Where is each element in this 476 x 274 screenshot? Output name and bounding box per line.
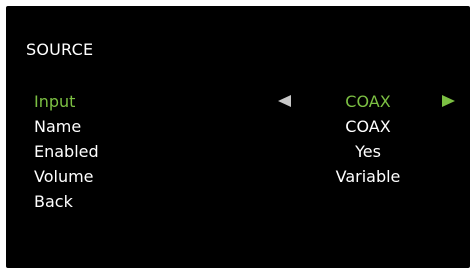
osd-screen: SOURCE Input COAX Name COAX Enabled Yes … [6,6,470,268]
menu-item-value: COAX [345,92,391,111]
menu-item-input[interactable]: Input COAX [6,90,470,114]
menu-title: SOURCE [26,40,94,59]
menu-item-value: COAX [345,117,391,136]
menu-item-value: Variable [335,167,401,186]
menu-item-label: Enabled [34,142,99,161]
menu-item-label: Back [34,192,73,211]
menu-item-back[interactable]: Back [6,190,470,214]
menu-item-name[interactable]: Name COAX [6,115,470,139]
menu-item-value: Yes [355,142,381,161]
left-arrow-icon[interactable] [278,95,291,107]
menu-item-enabled[interactable]: Enabled Yes [6,140,470,164]
menu-item-label: Volume [34,167,94,186]
menu-item-label: Input [34,92,76,111]
menu-item-volume[interactable]: Volume Variable [6,165,470,189]
menu-item-label: Name [34,117,82,136]
right-arrow-icon[interactable] [442,95,455,107]
